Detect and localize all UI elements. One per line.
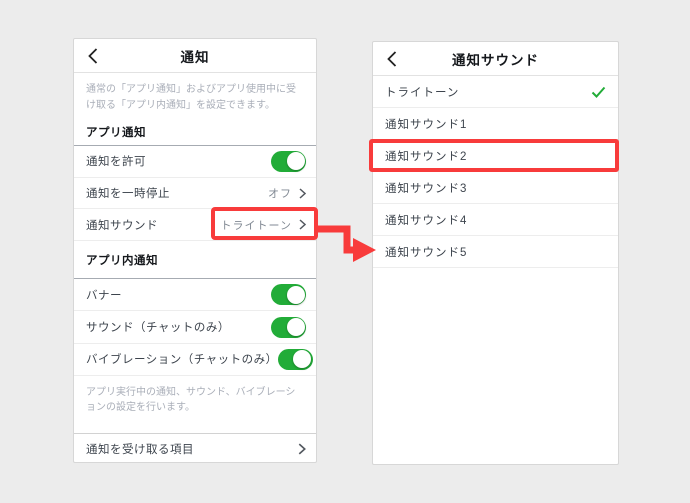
notification-settings-screen: 通知 通常の「アプリ通知」およびアプリ使用中に受け取る「アプリ内通知」を設定でき… [73, 38, 317, 463]
row-label: バナー [86, 287, 122, 303]
row-label: 通知を一時停止 [86, 185, 170, 201]
row-label: 通知を受け取る項目 [86, 441, 194, 457]
row-label: バイブレーション（チャットのみ） [86, 351, 278, 367]
banner-toggle[interactable] [271, 284, 306, 305]
section-app-notifications: アプリ通知 [74, 119, 316, 146]
page-title: 通知サウンド [452, 49, 539, 69]
allow-notifications-toggle[interactable] [271, 151, 306, 172]
sound-option-2[interactable]: 通知サウンド2 [373, 140, 618, 172]
row-banner[interactable]: バナー [74, 279, 316, 311]
row-label: サウンド（チャットのみ） [86, 319, 230, 335]
page-title: 通知 [181, 46, 210, 66]
row-receive-items[interactable]: 通知を受け取る項目 [74, 434, 316, 464]
sound-option-tritone[interactable]: トライトーン [373, 76, 618, 108]
pause-value: オフ [268, 185, 292, 201]
chevron-right-icon [298, 443, 306, 455]
sound-chat-toggle[interactable] [271, 317, 306, 338]
settings-description: 通常の「アプリ通知」およびアプリ使用中に受け取る「アプリ内通知」を設定できます。 [74, 73, 316, 119]
option-label: 通知サウンド5 [385, 244, 467, 260]
left-header: 通知 [74, 39, 316, 73]
back-button[interactable] [383, 42, 401, 75]
row-label: 通知を許可 [86, 153, 146, 169]
row-allow-notifications[interactable]: 通知を許可 [74, 146, 316, 178]
check-icon [591, 86, 606, 98]
sound-option-3[interactable]: 通知サウンド3 [373, 172, 618, 204]
option-label: 通知サウンド1 [385, 116, 467, 132]
option-label: 通知サウンド3 [385, 180, 467, 196]
row-vibration-chat-only[interactable]: バイブレーション（チャットのみ） [74, 344, 316, 376]
row-sound-chat-only[interactable]: サウンド（チャットのみ） [74, 311, 316, 343]
chevron-right-icon [299, 188, 306, 199]
option-label: 通知サウンド2 [385, 148, 467, 164]
chevron-left-icon [387, 51, 397, 67]
right-header: 通知サウンド [373, 42, 618, 76]
row-pause-notifications[interactable]: 通知を一時停止 オフ [74, 178, 316, 210]
chevron-right-icon [299, 219, 306, 230]
option-label: 通知サウンド4 [385, 212, 467, 228]
notification-sound-screen: 通知サウンド トライトーン 通知サウンド1 通知サウンド2 通知サウンド3 通知… [372, 41, 619, 465]
sound-option-1[interactable]: 通知サウンド1 [373, 108, 618, 140]
row-label: 通知サウンド [86, 217, 158, 233]
row-notification-sound[interactable]: 通知サウンド トライトーン [74, 209, 316, 241]
chevron-left-icon [88, 48, 98, 64]
screenshot-canvas: 通知 通常の「アプリ通知」およびアプリ使用中に受け取る「アプリ内通知」を設定でき… [0, 0, 690, 503]
vibration-toggle[interactable] [278, 349, 313, 370]
option-label: トライトーン [385, 84, 459, 100]
sound-value: トライトーン [221, 217, 292, 233]
inapp-note: アプリ実行中の通知、サウンド、バイブレーションの設定を行います。 [74, 376, 316, 434]
section-inapp-notifications: アプリ内通知 [74, 241, 316, 279]
sound-option-4[interactable]: 通知サウンド4 [373, 204, 618, 236]
sound-option-5[interactable]: 通知サウンド5 [373, 236, 618, 268]
back-button[interactable] [84, 39, 102, 72]
